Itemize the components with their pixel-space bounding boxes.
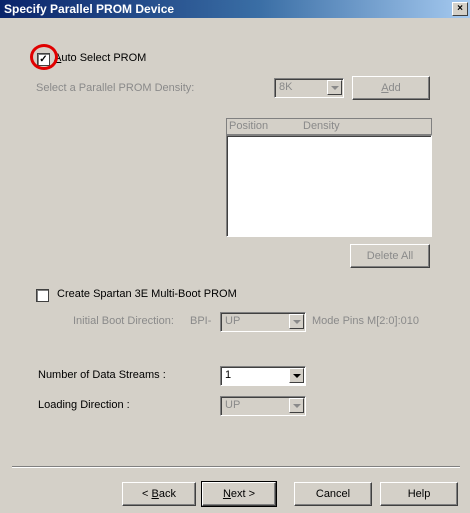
delete-all-button[interactable]: Delete All bbox=[350, 244, 430, 268]
boot-direction-value: UP bbox=[225, 315, 241, 327]
loading-direction-label: Loading Direction : bbox=[38, 399, 130, 411]
close-button[interactable]: × bbox=[452, 2, 468, 16]
data-streams-label: Number of Data Streams : bbox=[38, 369, 166, 381]
prom-list-header: Position Density bbox=[226, 118, 432, 135]
bpi-label: BPI- bbox=[190, 315, 212, 327]
chevron-down-icon[interactable] bbox=[327, 80, 342, 95]
loading-direction-value: UP bbox=[225, 399, 241, 411]
multiboot-label[interactable]: Create Spartan 3E Multi-Boot PROM bbox=[57, 288, 237, 300]
data-streams-value: 1 bbox=[225, 369, 232, 381]
chevron-down-icon[interactable] bbox=[289, 368, 304, 383]
mode-pins-label: Mode Pins M[2:0]:010 bbox=[312, 315, 420, 327]
dialog-window: Specify Parallel PROM Device × ✓ Auto Se… bbox=[0, 0, 470, 513]
density-label: Select a Parallel PROM Density: bbox=[36, 82, 195, 94]
prom-list[interactable] bbox=[226, 135, 432, 237]
boot-direction-label: Initial Boot Direction: bbox=[73, 315, 174, 327]
column-position[interactable]: Position bbox=[229, 120, 268, 132]
multiboot-checkbox[interactable] bbox=[36, 289, 49, 302]
cancel-button[interactable]: Cancel bbox=[294, 482, 372, 506]
auto-select-label[interactable]: Auto Select PROM bbox=[54, 52, 146, 64]
window-title: Specify Parallel PROM Device bbox=[4, 2, 175, 16]
data-streams-select[interactable]: 1 bbox=[220, 366, 306, 386]
help-button[interactable]: Help bbox=[380, 482, 458, 506]
checkmark-icon: ✓ bbox=[39, 54, 48, 65]
next-button[interactable]: Next > bbox=[201, 481, 277, 507]
title-bar: Specify Parallel PROM Device × bbox=[0, 0, 470, 18]
chevron-down-icon[interactable] bbox=[289, 398, 304, 413]
density-value: 8K bbox=[279, 81, 293, 93]
back-button[interactable]: < Back bbox=[122, 482, 196, 506]
boot-direction-select[interactable]: UP bbox=[220, 312, 306, 332]
footer-separator bbox=[12, 466, 460, 468]
close-icon[interactable]: × bbox=[457, 3, 463, 14]
loading-direction-select[interactable]: UP bbox=[220, 396, 306, 416]
density-select[interactable]: 8K bbox=[274, 78, 344, 98]
column-density[interactable]: Density bbox=[303, 120, 340, 132]
auto-select-checkbox[interactable]: ✓ bbox=[37, 53, 50, 66]
chevron-down-icon[interactable] bbox=[289, 314, 304, 329]
add-button[interactable]: Add bbox=[352, 76, 430, 100]
